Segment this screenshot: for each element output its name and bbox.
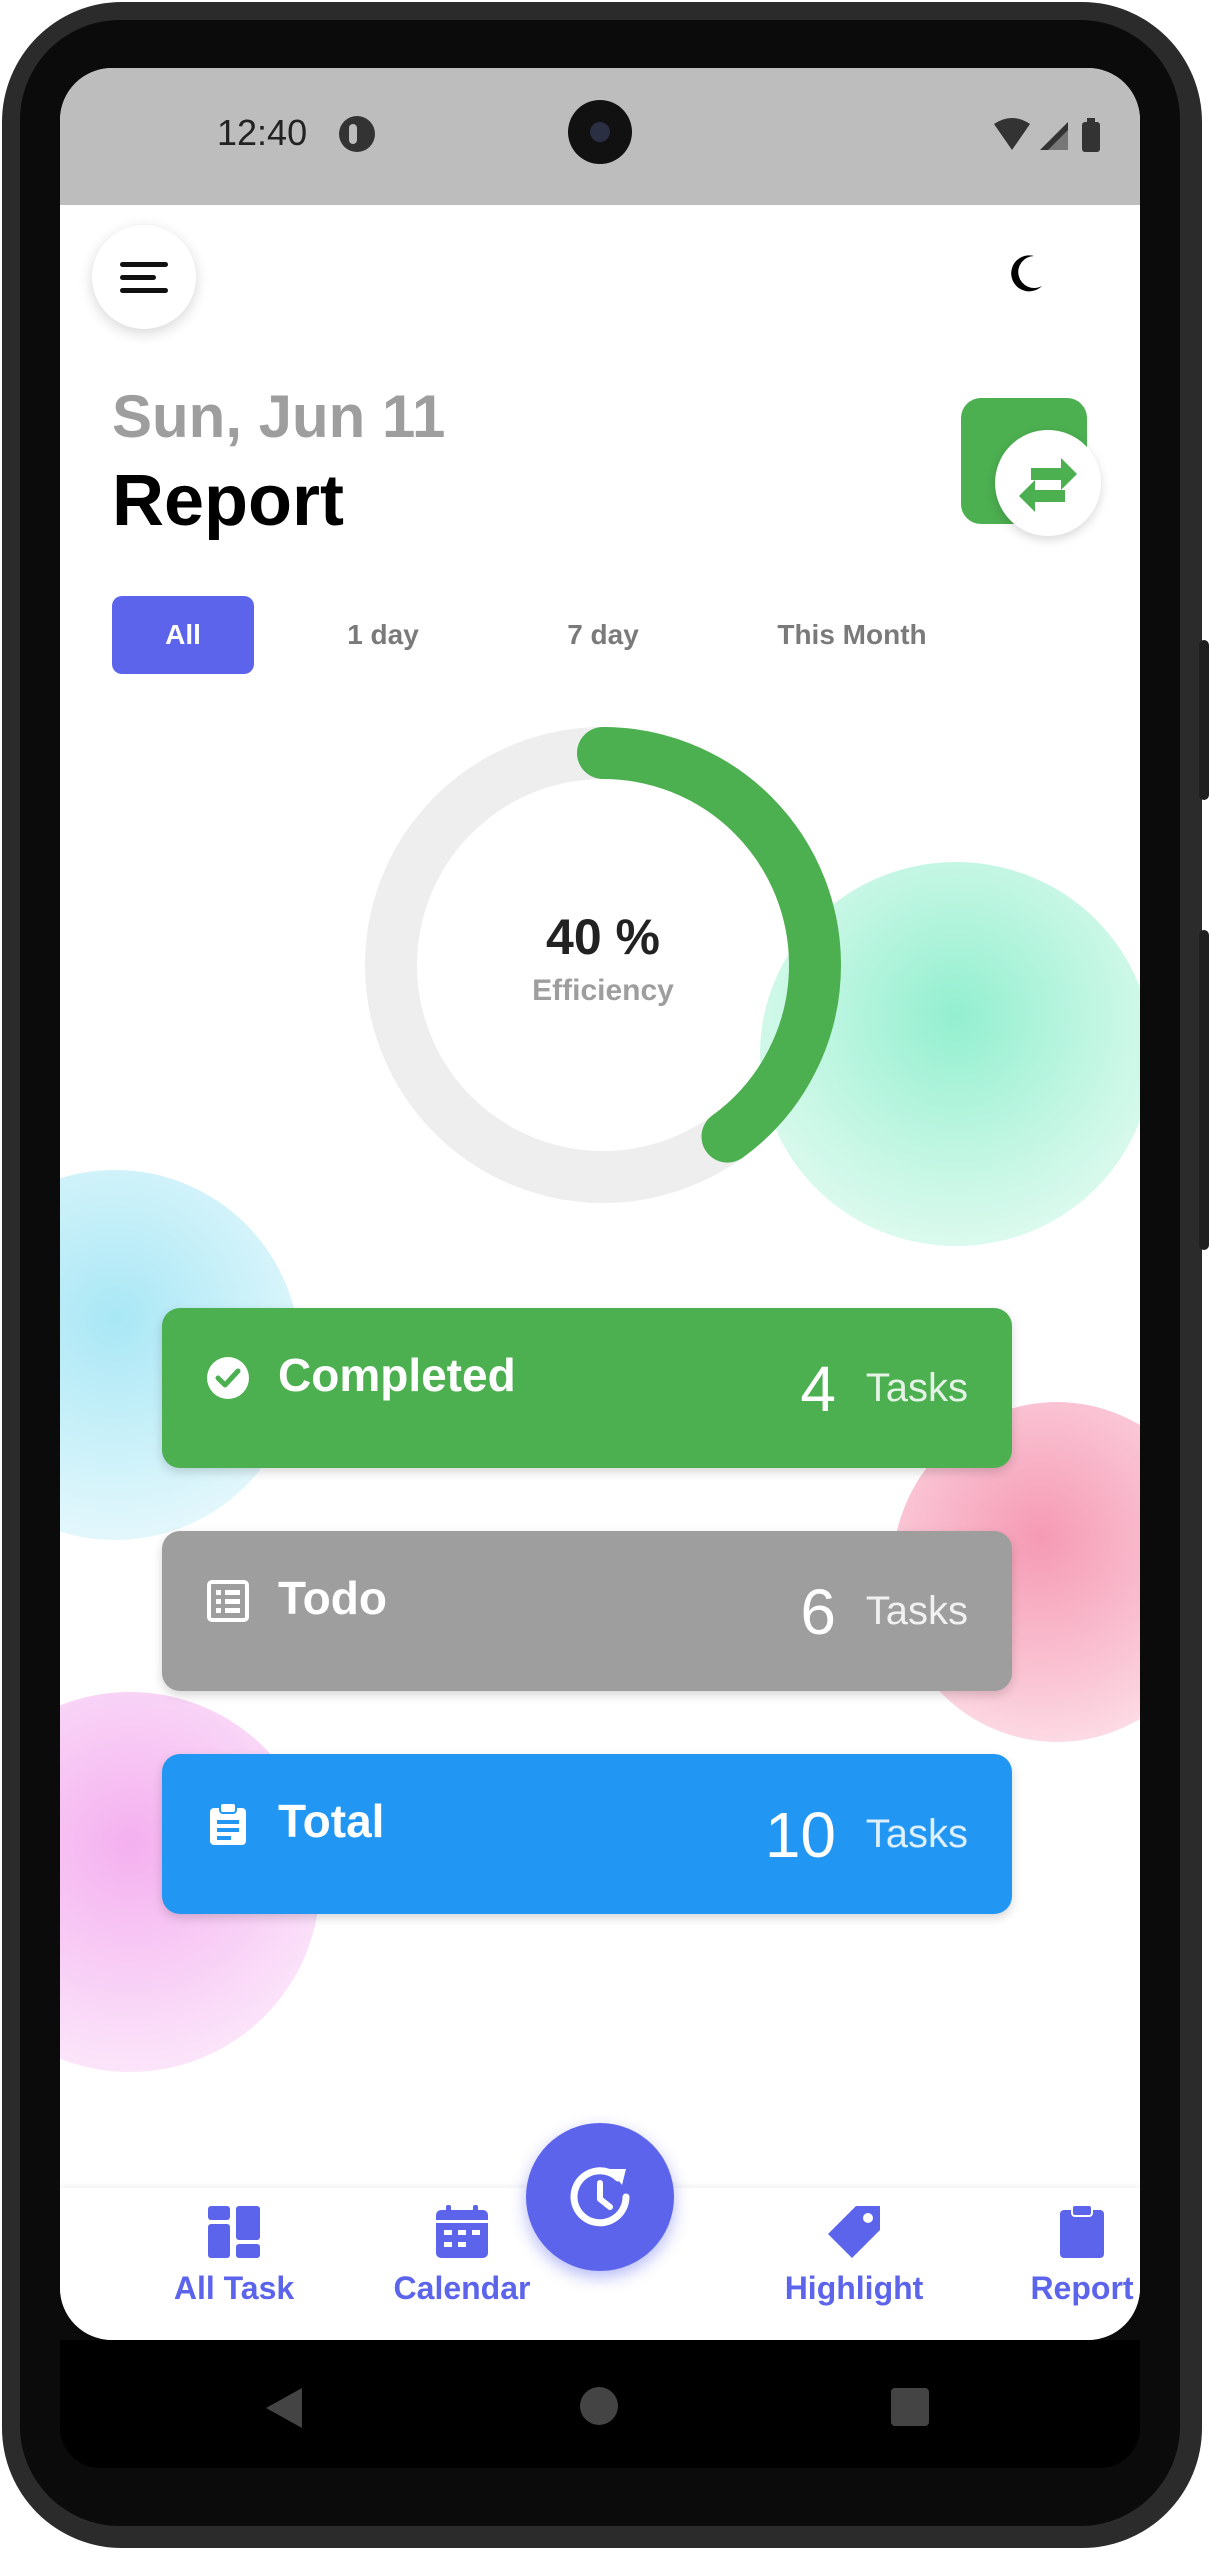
todo-unit: Tasks (865, 1589, 968, 1633)
list-icon (207, 1580, 249, 1622)
nav-calendar-label: Calendar (393, 2270, 531, 2306)
recents-icon[interactable] (891, 2388, 929, 2426)
back-icon[interactable] (264, 2386, 304, 2430)
filter-tab-7-day[interactable]: 7 day (532, 596, 674, 674)
power-button (1199, 640, 1209, 800)
total-label: Total (278, 1795, 385, 1847)
completed-count: 4 (800, 1353, 836, 1425)
completed-label: Completed (278, 1349, 516, 1401)
app-screen: 12:40 Sun, Jun 11 Report All 1 day 7 day (60, 68, 1140, 2340)
notification-app-icon (339, 116, 375, 152)
switch-view-button[interactable] (995, 430, 1101, 536)
history-clock-icon (570, 2167, 630, 2227)
status-icons (994, 118, 1100, 152)
filter-tabs: All 1 day 7 day This Month (112, 596, 1092, 674)
nav-report[interactable]: Report (982, 2204, 1140, 2324)
volume-button (1199, 930, 1209, 1250)
wifi-icon (994, 118, 1030, 150)
nav-all-task-label: All Task (173, 2270, 295, 2306)
calendar-icon (436, 2205, 488, 2258)
todo-count: 6 (800, 1576, 836, 1648)
nav-highlight[interactable]: Highlight (754, 2204, 954, 2324)
status-bar: 12:40 (60, 68, 1140, 205)
nav-all-task[interactable]: All Task (134, 2204, 334, 2324)
battery-icon (1082, 122, 1100, 152)
todo-card[interactable]: Todo 6 Tasks (162, 1531, 1012, 1691)
menu-icon (120, 262, 168, 267)
swap-arrows-icon (1019, 458, 1077, 512)
system-navigation-bar (60, 2340, 1140, 2468)
nav-calendar[interactable]: Calendar (362, 2204, 562, 2324)
status-time: 12:40 (217, 112, 308, 153)
front-camera (568, 100, 632, 164)
efficiency-label: Efficiency (532, 974, 674, 1007)
page-title: Report (112, 461, 344, 541)
menu-button[interactable] (92, 225, 196, 329)
tag-icon (828, 2206, 880, 2258)
total-count: 10 (764, 1799, 836, 1871)
nav-report-label: Report (1030, 2270, 1134, 2306)
filter-tab-this-month[interactable]: This Month (752, 596, 952, 674)
efficiency-value: 40 % (546, 909, 660, 965)
total-unit: Tasks (865, 1812, 968, 1856)
nav-highlight-label: Highlight (784, 2270, 924, 2306)
check-circle-icon (207, 1357, 249, 1399)
moon-icon[interactable] (1006, 254, 1046, 294)
todo-label: Todo (278, 1572, 387, 1624)
clipboard-icon (210, 1802, 246, 1845)
completed-unit: Tasks (865, 1366, 968, 1410)
clipboard-icon (1060, 2204, 1104, 2258)
filter-tab-all[interactable]: All (112, 596, 254, 674)
completed-card[interactable]: Completed 4 Tasks (162, 1308, 1012, 1468)
current-date: Sun, Jun 11 (112, 383, 446, 450)
filter-tab-1-day[interactable]: 1 day (312, 596, 454, 674)
total-card[interactable]: Total 10 Tasks (162, 1754, 1012, 1914)
home-icon[interactable] (579, 2386, 619, 2426)
dashboard-icon (208, 2206, 260, 2258)
